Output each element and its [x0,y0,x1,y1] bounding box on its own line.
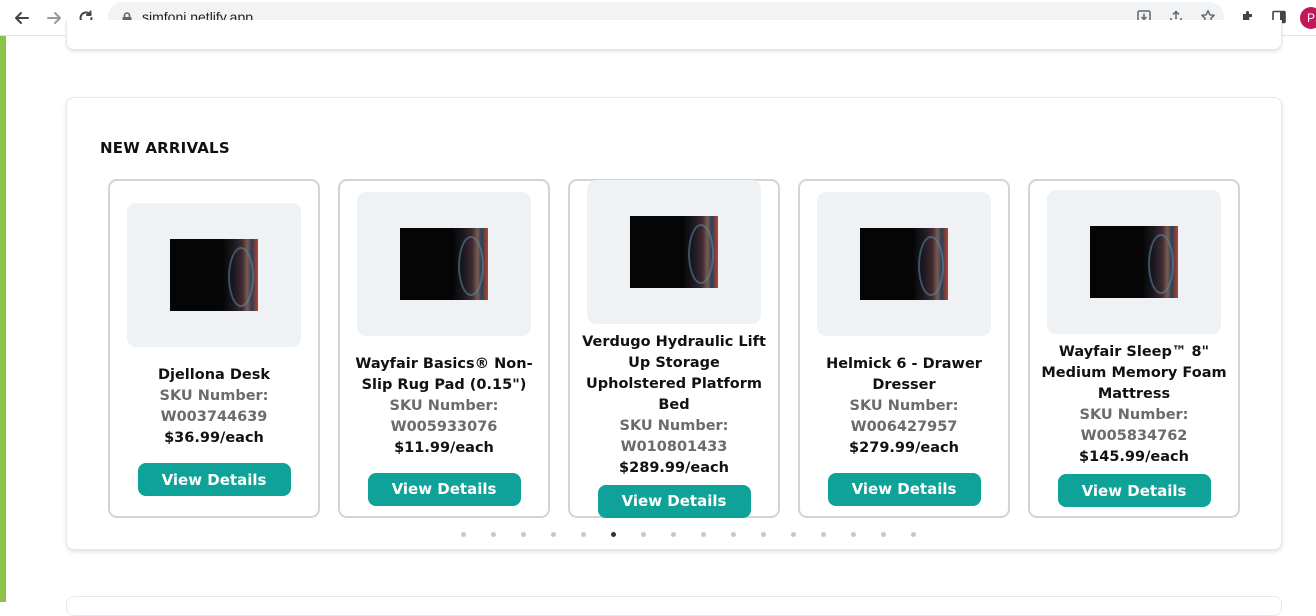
product-price: $279.99/each [849,439,959,456]
carousel-dot[interactable] [688,530,718,538]
product-card[interactable]: Verdugo Hydraulic Lift Up Storage Uphols… [568,179,780,518]
carousel-dot[interactable] [568,530,598,538]
product-image-container [127,203,301,347]
product-image[interactable] [170,239,258,311]
product-card[interactable]: Wayfair Basics® Non-Slip Rug Pad (0.15")… [338,179,550,518]
carousel-dot[interactable] [508,530,538,538]
carousel-pagination [448,530,928,538]
sku-label: SKU Number: [1079,407,1189,423]
product-name: Wayfair Basics® Non-Slip Rug Pad (0.15") [355,355,533,393]
view-details-button[interactable]: View Details [367,472,521,506]
product-name: Djellona Desk [157,367,271,383]
product-image[interactable] [400,227,488,300]
product-price: $36.99/each [164,430,264,446]
view-details-button[interactable]: View Details [597,484,751,518]
product-price: $11.99/each [394,439,494,456]
carousel-dot[interactable] [448,530,478,538]
carousel-dot[interactable] [778,530,808,538]
product-image[interactable] [1090,226,1178,298]
back-arrow-icon[interactable] [10,6,34,30]
carousel-dot[interactable] [628,530,658,538]
new-arrivals-section: NEW ARRIVALS Djellona Desk SKU Number: W… [66,97,1282,550]
product-image-container [587,179,761,324]
sku-label: SKU Number: [849,397,959,414]
sku-number: W005933076 [390,418,498,435]
product-name: Helmick 6 - Drawer Dresser [826,355,982,393]
previous-section-card [66,20,1282,50]
product-image[interactable] [630,215,718,288]
product-card[interactable]: Djellona Desk SKU Number: W003744639 $36… [108,179,320,518]
view-details-button[interactable]: View Details [1057,474,1211,507]
carousel-dot[interactable] [748,530,778,538]
carousel-dot[interactable] [868,530,898,538]
sku-number: W010801433 [620,438,728,455]
view-details-button[interactable]: View Details [137,463,291,496]
product-price: $145.99/each [1079,449,1189,465]
sku-number: W006427957 [850,418,958,435]
carousel-dot[interactable] [478,530,508,538]
profile-avatar[interactable]: P [1300,7,1316,29]
page-accent-strip [0,0,6,602]
product-image-container [1047,190,1221,334]
next-section-card [66,596,1282,616]
view-details-button[interactable]: View Details [827,472,981,506]
forward-arrow-icon[interactable] [42,6,66,30]
product-image-container [817,191,991,336]
product-image[interactable] [860,227,948,300]
product-name: Verdugo Hydraulic Lift Up Storage Uphols… [582,333,766,413]
carousel-dot[interactable] [808,530,838,538]
sku-number: W005834762 [1080,428,1188,444]
product-price: $289.99/each [619,459,729,476]
product-name: Wayfair Sleep™ 8" Medium Memory Foam Mat… [1041,344,1227,402]
section-title: NEW ARRIVALS [100,139,230,157]
carousel-dot[interactable] [838,530,868,538]
product-image-container [357,191,531,336]
carousel-dot[interactable] [658,530,688,538]
product-card[interactable]: Helmick 6 - Drawer Dresser SKU Number: W… [798,179,1010,518]
product-card[interactable]: Wayfair Sleep™ 8" Medium Memory Foam Mat… [1028,179,1240,518]
carousel-dot[interactable] [538,530,568,538]
sku-label: SKU Number: [159,388,269,404]
sku-label: SKU Number: [389,397,499,414]
sku-label: SKU Number: [619,417,729,434]
carousel-dot[interactable] [898,530,928,538]
carousel-dot[interactable] [598,530,628,538]
carousel-dot[interactable] [718,530,748,538]
sku-number: W003744639 [160,409,268,425]
